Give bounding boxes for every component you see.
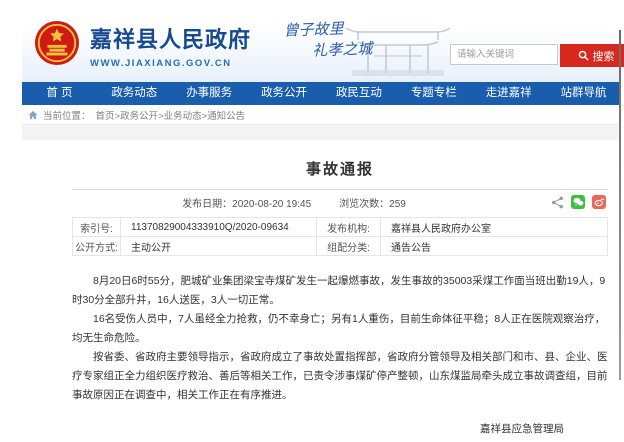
view-count-label: 浏览次数： bbox=[339, 199, 389, 210]
issuing-agency-value: 嘉祥县人民政府办公室 bbox=[381, 218, 608, 237]
document-meta-table: 索引号: 11370829004333910Q/2020-09634 发布机构:… bbox=[72, 217, 608, 256]
publish-date-label: 发布日期： bbox=[182, 199, 232, 210]
site-slogan: 曾子故里 礼孝之城 bbox=[283, 17, 372, 62]
article-meta-row: 发布日期：2020-08-20 19:45 浏览次数：259 bbox=[72, 190, 608, 214]
nav-item-disclosure[interactable]: 政务公开 bbox=[247, 82, 322, 105]
category-value: 通告公告 bbox=[381, 237, 608, 256]
table-row: 公开方式: 主动公开 组配分类: 通告公告 bbox=[73, 237, 608, 256]
view-count-value: 259 bbox=[389, 199, 406, 210]
page: 嘉祥县人民政府 WWW.JIAXIANG.GOV.CN bbox=[0, 0, 624, 442]
site-search: 搜索 bbox=[450, 44, 624, 67]
page-title: 事故通报 bbox=[72, 158, 608, 179]
article-body: 8月20日6时55分，肥城矿业集团梁宝寺煤矿发生一起爆燃事故，发生事故的3500… bbox=[72, 272, 608, 405]
screen-edge-line bbox=[619, 30, 621, 380]
nav-item-interaction[interactable]: 政民互动 bbox=[322, 82, 397, 105]
site-header: 嘉祥县人民政府 WWW.JIAXIANG.GOV.CN bbox=[22, 8, 621, 82]
search-button-label: 搜索 bbox=[593, 48, 615, 64]
publish-date-value: 2020-08-20 19:45 bbox=[232, 199, 311, 210]
wechat-share-icon[interactable] bbox=[571, 195, 585, 209]
index-number-value: 11370829004333910Q/2020-09634 bbox=[121, 218, 317, 237]
index-number-label: 索引号: bbox=[73, 218, 121, 237]
search-input[interactable] bbox=[450, 44, 558, 65]
publish-date: 发布日期：2020-08-20 19:45 bbox=[182, 195, 311, 210]
disclosure-mode-value: 主动公开 bbox=[121, 237, 317, 256]
main-nav: 首 页 政务动态 办事服务 政务公开 政民互动 专题专栏 走进嘉祥 站群导航 bbox=[22, 82, 621, 105]
search-button[interactable]: 搜索 bbox=[560, 44, 624, 67]
share-bar bbox=[551, 195, 606, 209]
breadcrumb: 当前位置： 首页>政务公开>业务动态>通知公告 bbox=[22, 105, 621, 125]
article: 事故通报 发布日期：2020-08-20 19:45 浏览次数：259 bbox=[72, 158, 608, 442]
issuing-agency-label: 发布机构: bbox=[317, 218, 381, 237]
site-title: 嘉祥县人民政府 bbox=[90, 22, 251, 54]
nav-item-about-jiaxiang[interactable]: 走进嘉祥 bbox=[471, 82, 546, 105]
slogan-line-2: 礼孝之城 bbox=[312, 38, 373, 61]
nav-item-home[interactable]: 首 页 bbox=[22, 82, 97, 105]
weibo-share-icon[interactable] bbox=[592, 195, 606, 209]
home-icon bbox=[28, 110, 38, 120]
breadcrumb-path[interactable]: 首页>政务公开>业务动态>通知公告 bbox=[96, 108, 246, 122]
body-paragraph: 按省委、省政府主要领导指示，省政府成立了事故处置指挥部，省政府分管领导及相关部门… bbox=[72, 348, 608, 405]
category-label: 组配分类: bbox=[317, 237, 381, 256]
body-paragraph: 16名受伤人员中，7人虽经全力抢救，仍不幸身亡；另有1人重伤，目前生命体征平稳；… bbox=[72, 310, 608, 348]
search-icon bbox=[578, 50, 589, 61]
signature-agency: 嘉祥县应急管理局 bbox=[72, 419, 564, 439]
national-emblem-logo bbox=[34, 20, 80, 71]
breadcrumb-label: 当前位置： bbox=[43, 108, 91, 122]
signature-block: 嘉祥县应急管理局 2020年8月20日 bbox=[72, 419, 608, 442]
body-paragraph: 8月20日6时55分，肥城矿业集团梁宝寺煤矿发生一起爆燃事故，发生事故的3500… bbox=[72, 272, 608, 310]
disclosure-mode-label: 公开方式: bbox=[73, 237, 121, 256]
nav-item-special-topics[interactable]: 专题专栏 bbox=[396, 82, 471, 105]
nav-item-news[interactable]: 政务动态 bbox=[97, 82, 172, 105]
nav-item-services[interactable]: 办事服务 bbox=[172, 82, 247, 105]
share-icon[interactable] bbox=[551, 196, 564, 209]
divider-band bbox=[22, 125, 621, 140]
nav-item-site-directory[interactable]: 站群导航 bbox=[546, 82, 621, 105]
view-count: 浏览次数：259 bbox=[339, 195, 406, 210]
site-url: WWW.JIAXIANG.GOV.CN bbox=[90, 58, 251, 69]
table-row: 索引号: 11370829004333910Q/2020-09634 发布机构:… bbox=[73, 218, 608, 237]
